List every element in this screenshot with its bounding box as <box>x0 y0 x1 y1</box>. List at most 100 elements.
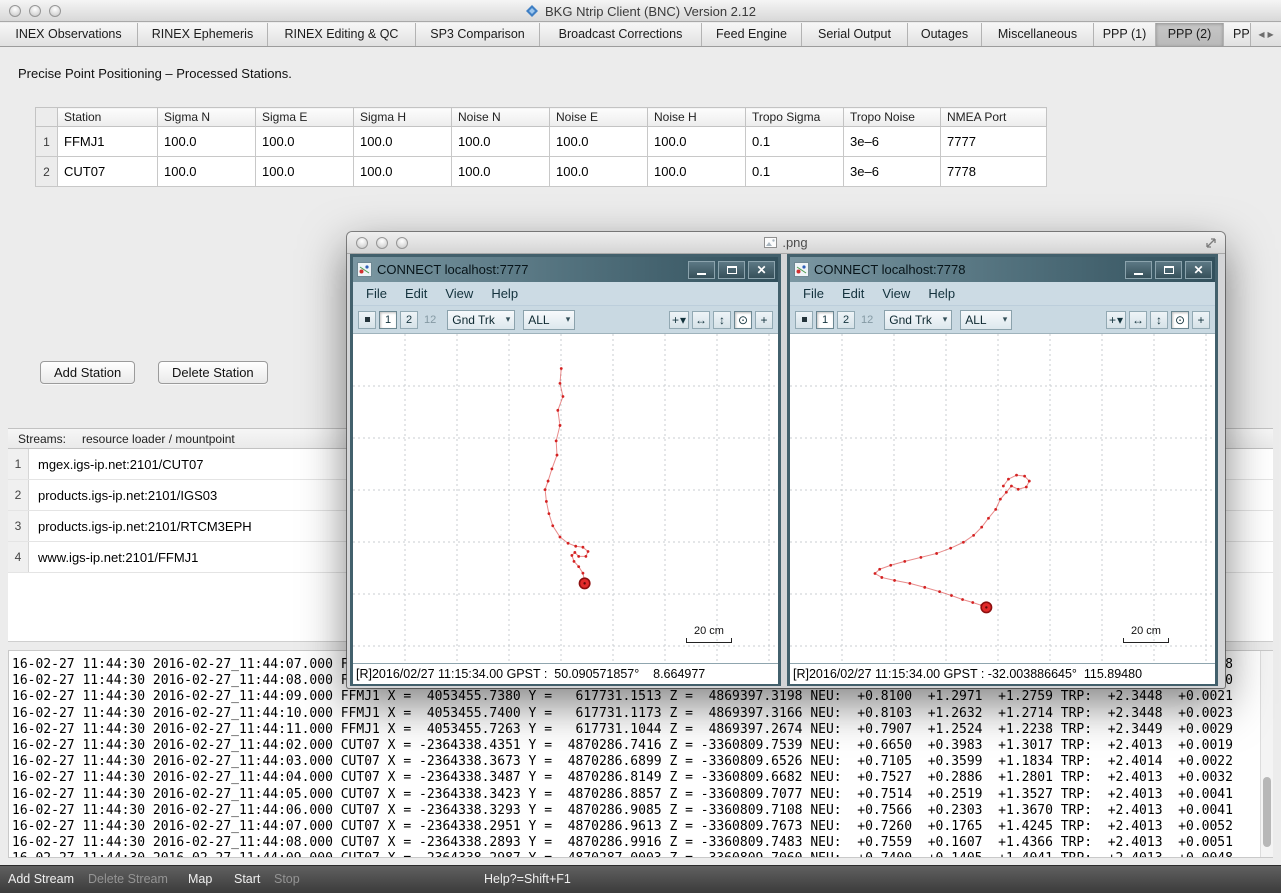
center-origin-button[interactable]: ⊙ <box>1171 311 1189 329</box>
tab-ppp-partial[interactable]: PPP <box>1224 23 1251 46</box>
table-cell[interactable]: 100.0 <box>452 157 550 187</box>
scale-bar <box>1123 638 1169 643</box>
tab-rinex-observations[interactable]: INEX Observations <box>0 23 138 46</box>
minimize-button[interactable] <box>29 5 41 17</box>
table-cell[interactable]: 100.0 <box>550 157 648 187</box>
fit-vertical-button[interactable]: ↕ <box>1150 311 1168 329</box>
solution-1-button[interactable]: 1 <box>816 311 834 329</box>
minimize-button[interactable] <box>1125 261 1152 279</box>
table-cell[interactable]: FFMJ1 <box>58 127 158 157</box>
zoom-menu-button[interactable]: + ▾ <box>1106 311 1126 329</box>
table-cell[interactable]: 100.0 <box>158 127 256 157</box>
table-cell[interactable]: 100.0 <box>452 127 550 157</box>
tab-scroll-left-icon[interactable]: ◀ <box>1258 30 1264 39</box>
zoom-button[interactable] <box>49 5 61 17</box>
row-number[interactable]: 2 <box>8 480 29 510</box>
table-cell[interactable]: 100.0 <box>256 157 354 187</box>
tab-rinex-ephemeris[interactable]: RINEX Ephemeris <box>138 23 268 46</box>
table-cell[interactable]: 100.0 <box>648 157 746 187</box>
minimize-button[interactable] <box>688 261 715 279</box>
menu-view[interactable]: View <box>436 286 482 301</box>
log-line: 16-02-27 11:44:30 2016-02-27_11:44:06.00… <box>12 803 1272 819</box>
fit-vertical-button[interactable]: ↕ <box>713 311 731 329</box>
table-cell[interactable]: 0.1 <box>746 157 844 187</box>
delete-stream-button[interactable]: Delete Stream <box>88 866 168 893</box>
solution-1-button[interactable]: 1 <box>379 311 397 329</box>
ground-track-plot[interactable]: 20 cm <box>353 333 778 663</box>
connect-stream-button[interactable] <box>795 311 813 329</box>
rtkplot-titlebar[interactable]: CONNECT localhost:7778 ✕ <box>790 257 1215 282</box>
table-cell[interactable]: 3e–6 <box>844 127 941 157</box>
viewer-titlebar[interactable]: .png <box>347 232 1225 254</box>
menu-help[interactable]: Help <box>482 286 527 301</box>
titlebar[interactable]: BKG Ntrip Client (BNC) Version 2.12 <box>0 0 1281 22</box>
maximize-button[interactable] <box>1155 261 1182 279</box>
tab-ppp-2[interactable]: PPP (2) <box>1156 23 1224 46</box>
track-plot-canvas[interactable] <box>790 334 1215 663</box>
fullscreen-icon[interactable] <box>1205 237 1217 249</box>
tab-rinex-editing-qc[interactable]: RINEX Editing & QC <box>268 23 416 46</box>
close-button[interactable]: ✕ <box>748 261 775 279</box>
ground-track-plot[interactable]: 20 cm <box>790 333 1215 663</box>
solution-2-button[interactable]: 2 <box>400 311 418 329</box>
table-cell[interactable]: CUT07 <box>58 157 158 187</box>
delete-station-button[interactable]: Delete Station <box>158 361 268 384</box>
tab-broadcast-corrections[interactable]: Broadcast Corrections <box>540 23 702 46</box>
plot-type-select[interactable]: Gnd Trk ▾ <box>447 310 515 330</box>
start-button[interactable]: Start <box>234 866 260 893</box>
track-plot-canvas[interactable] <box>353 334 778 663</box>
table-cell[interactable]: 100.0 <box>354 127 452 157</box>
zoom-menu-button[interactable]: + ▾ <box>669 311 689 329</box>
menu-view[interactable]: View <box>873 286 919 301</box>
table-cell[interactable]: 100.0 <box>256 127 354 157</box>
stop-button[interactable]: Stop <box>274 866 300 893</box>
tab-ppp-1[interactable]: PPP (1) <box>1094 23 1156 46</box>
minimize-button[interactable] <box>376 237 388 249</box>
table-cell[interactable]: 7777 <box>941 127 1047 157</box>
tab-sp3-comparison[interactable]: SP3 Comparison <box>416 23 540 46</box>
tab-feed-engine[interactable]: Feed Engine <box>702 23 802 46</box>
row-number[interactable]: 1 <box>8 449 29 479</box>
table-cell[interactable]: 100.0 <box>648 127 746 157</box>
center-origin-button[interactable]: ⊙ <box>734 311 752 329</box>
maximize-button[interactable] <box>718 261 745 279</box>
row-number[interactable]: 2 <box>36 157 58 187</box>
row-number[interactable]: 3 <box>8 511 29 541</box>
row-number[interactable]: 4 <box>8 542 29 572</box>
scrollbar-thumb[interactable] <box>1263 777 1271 847</box>
menu-file[interactable]: File <box>794 286 833 301</box>
table-cell[interactable]: 100.0 <box>354 157 452 187</box>
row-number[interactable]: 1 <box>36 127 58 157</box>
table-cell[interactable]: 3e–6 <box>844 157 941 187</box>
table-cell[interactable]: 100.0 <box>158 157 256 187</box>
fix-center-button[interactable]: + <box>755 311 773 329</box>
satellite-select[interactable]: ALL ▾ <box>960 310 1012 330</box>
tab-scroll-right-icon[interactable]: ▶ <box>1268 30 1274 39</box>
tab-outages[interactable]: Outages <box>908 23 982 46</box>
rtkplot-titlebar[interactable]: CONNECT localhost:7777 ✕ <box>353 257 778 282</box>
fit-horizontal-button[interactable]: ↔ <box>1129 311 1147 329</box>
close-button[interactable] <box>9 5 21 17</box>
table-cell[interactable]: 100.0 <box>550 127 648 157</box>
menu-edit[interactable]: Edit <box>833 286 873 301</box>
menu-help[interactable]: Help <box>919 286 964 301</box>
connect-stream-button[interactable] <box>358 311 376 329</box>
solution-2-button[interactable]: 2 <box>837 311 855 329</box>
zoom-button[interactable] <box>396 237 408 249</box>
satellite-select[interactable]: ALL ▾ <box>523 310 575 330</box>
plot-type-select[interactable]: Gnd Trk ▾ <box>884 310 952 330</box>
tab-serial-output[interactable]: Serial Output <box>802 23 908 46</box>
fix-center-button[interactable]: + <box>1192 311 1210 329</box>
map-button[interactable]: Map <box>188 866 212 893</box>
tab-miscellaneous[interactable]: Miscellaneous <box>982 23 1094 46</box>
add-station-button[interactable]: Add Station <box>40 361 135 384</box>
close-button[interactable]: ✕ <box>1185 261 1212 279</box>
add-stream-button[interactable]: Add Stream <box>8 866 74 893</box>
close-button[interactable] <box>356 237 368 249</box>
log-scrollbar[interactable] <box>1260 651 1273 857</box>
menu-file[interactable]: File <box>357 286 396 301</box>
table-cell[interactable]: 0.1 <box>746 127 844 157</box>
table-cell[interactable]: 7778 <box>941 157 1047 187</box>
menu-edit[interactable]: Edit <box>396 286 436 301</box>
fit-horizontal-button[interactable]: ↔ <box>692 311 710 329</box>
